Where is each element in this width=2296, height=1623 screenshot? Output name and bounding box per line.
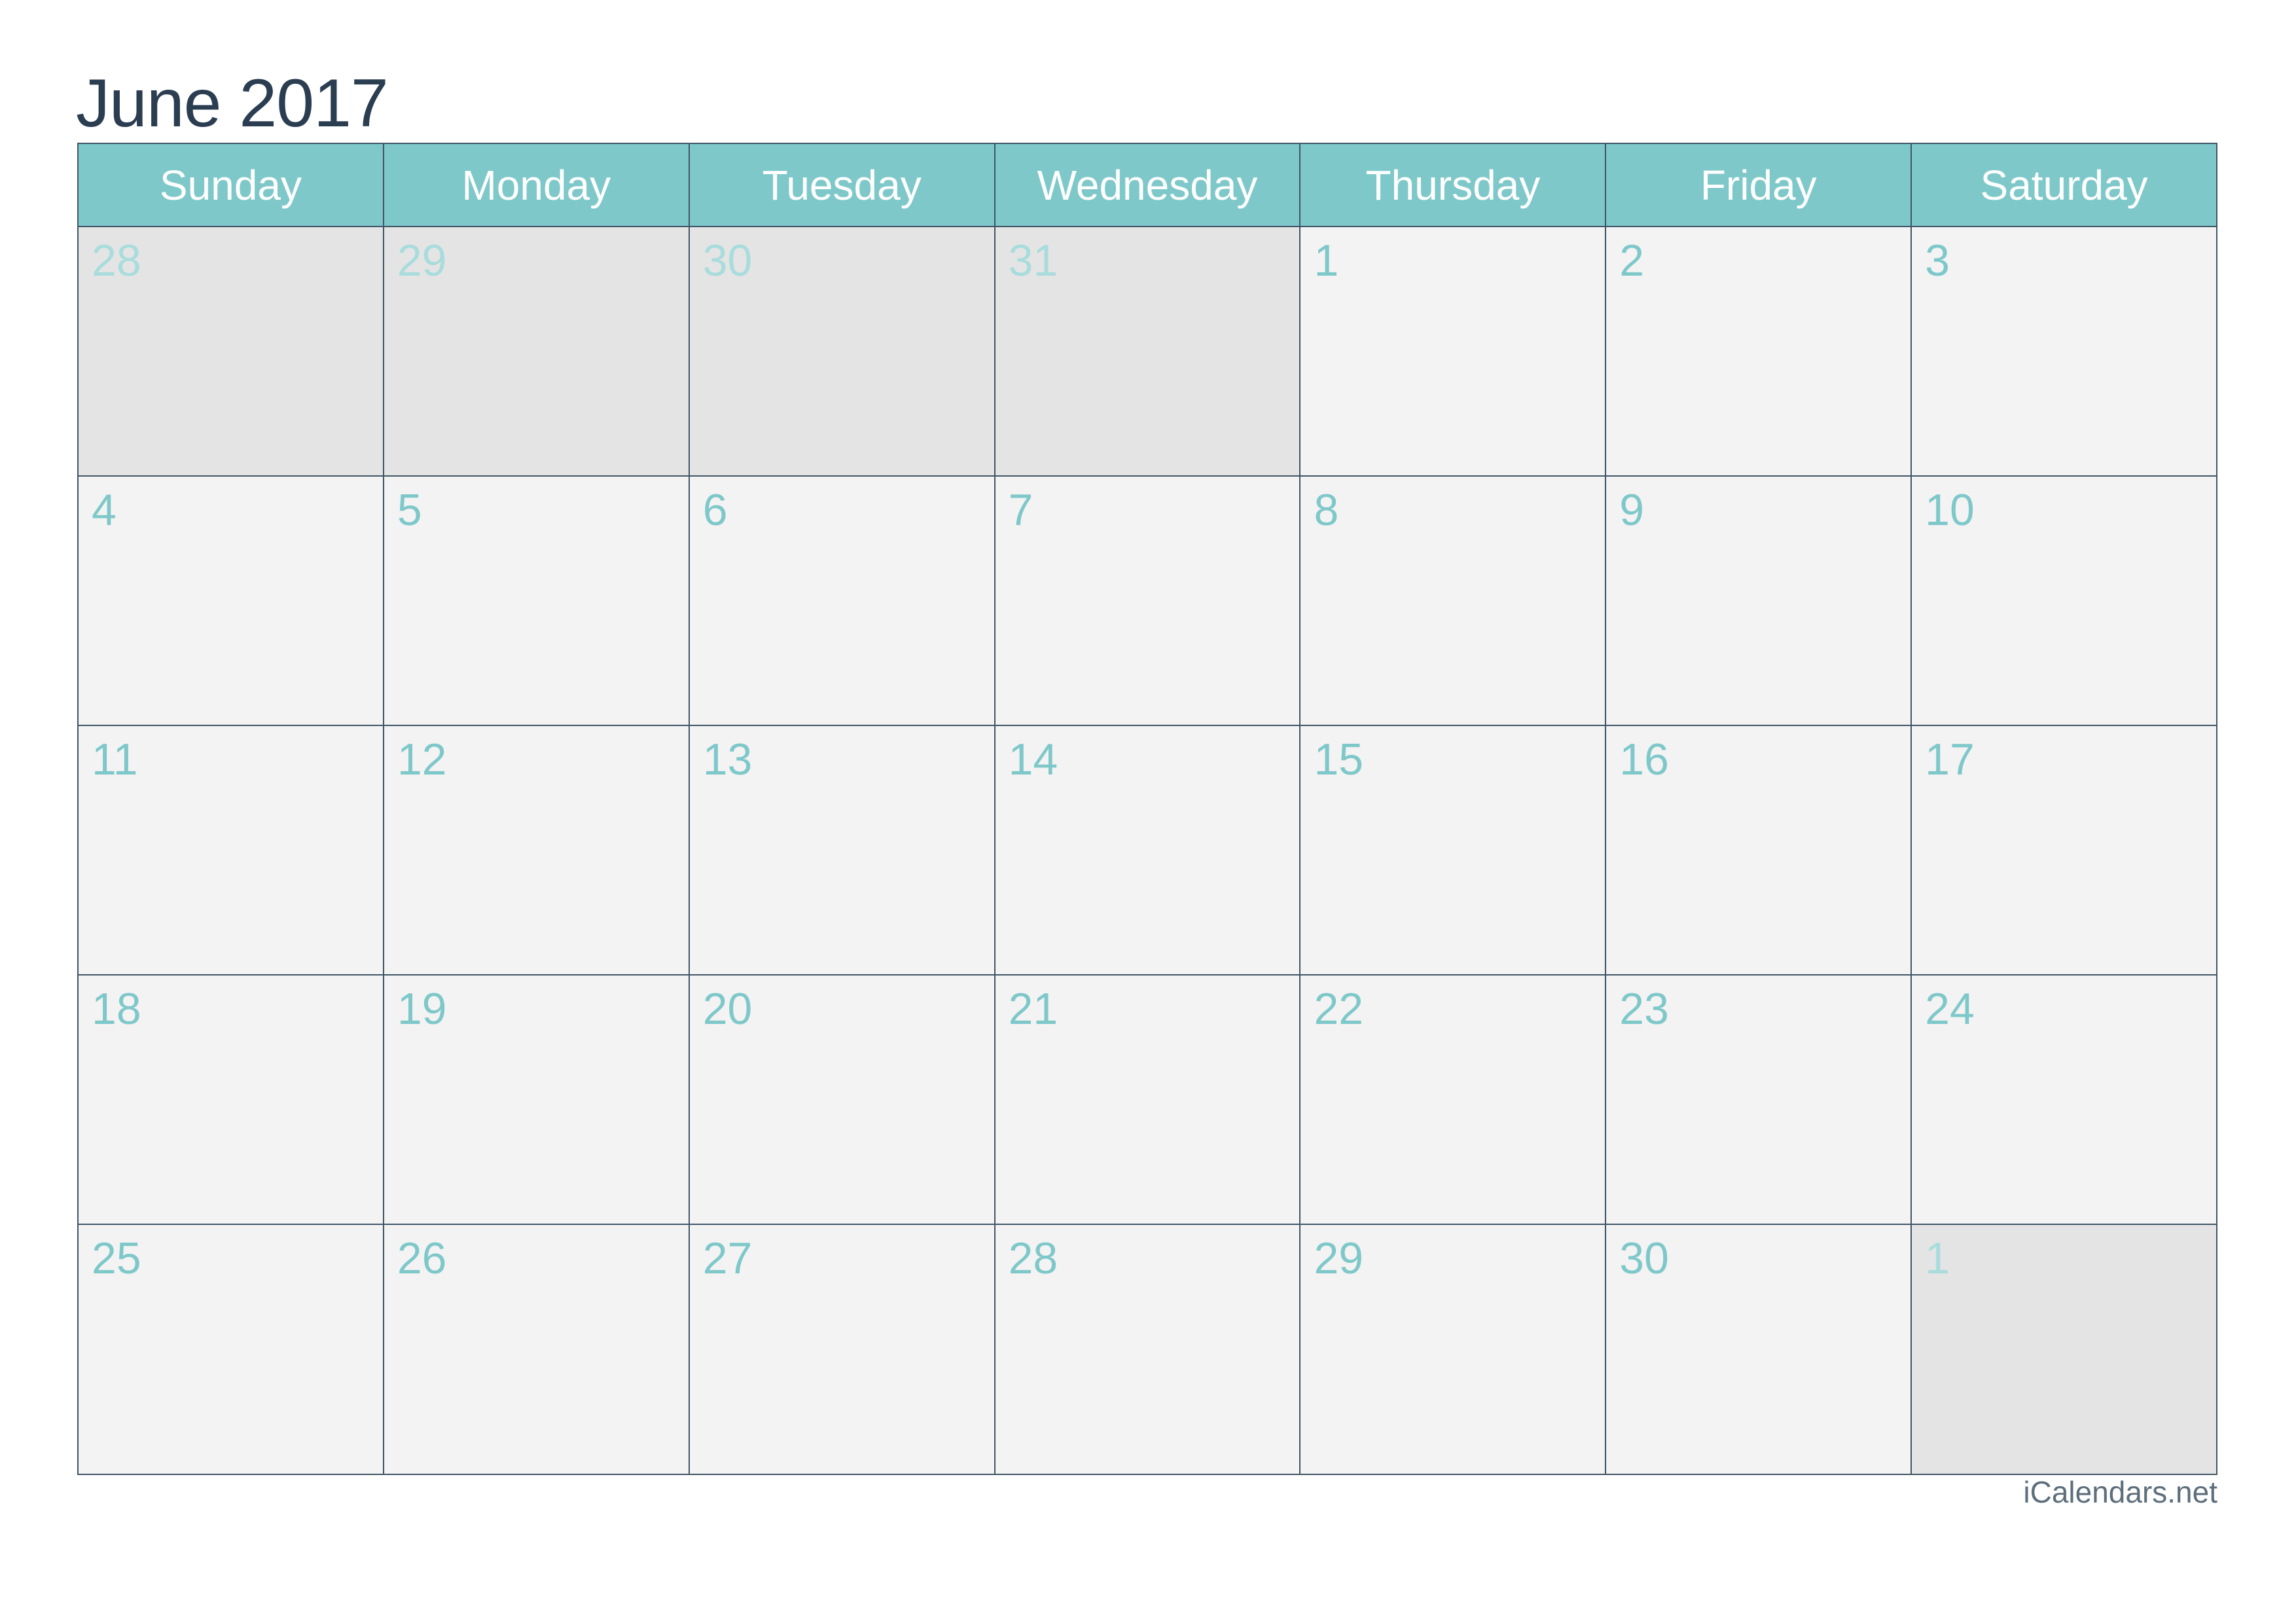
day-cell[interactable]: 19 [384, 976, 690, 1224]
day-cell[interactable]: 10 [1912, 477, 2217, 725]
day-cell[interactable]: 3 [1912, 227, 2217, 475]
day-cell[interactable]: 24 [1912, 976, 2217, 1224]
day-cell-other-month[interactable]: 28 [79, 227, 384, 475]
weekday-header: Wednesday [996, 144, 1301, 226]
weekday-header-row: Sunday Monday Tuesday Wednesday Thursday… [79, 144, 2216, 227]
day-cell[interactable]: 23 [1606, 976, 1912, 1224]
day-number: 1 [1314, 236, 1339, 285]
day-number: 23 [1619, 984, 1669, 1034]
day-number: 31 [1008, 236, 1058, 285]
day-cell[interactable]: 4 [79, 477, 384, 725]
day-number: 19 [397, 984, 447, 1034]
week-row: 11 12 13 14 15 16 17 [79, 726, 2217, 976]
day-number: 20 [702, 984, 753, 1034]
day-cell[interactable]: 15 [1300, 726, 1607, 974]
day-cell-other-month[interactable]: 1 [1912, 1225, 2217, 1474]
day-number: 29 [1314, 1233, 1364, 1283]
day-cell[interactable]: 28 [995, 1225, 1301, 1474]
day-number: 22 [1314, 984, 1364, 1034]
day-number: 13 [702, 735, 753, 784]
day-number: 27 [702, 1233, 753, 1283]
day-cell[interactable]: 21 [995, 976, 1301, 1224]
day-cell[interactable]: 6 [689, 477, 996, 725]
day-cell[interactable]: 20 [689, 976, 996, 1224]
day-number: 12 [397, 735, 447, 784]
day-cell[interactable]: 16 [1606, 726, 1912, 974]
calendar-grid: Sunday Monday Tuesday Wednesday Thursday… [77, 143, 2217, 1475]
day-number: 25 [92, 1233, 141, 1283]
day-cell[interactable]: 11 [79, 726, 384, 974]
day-number: 10 [1925, 485, 1975, 535]
day-number: 7 [1008, 485, 1033, 535]
week-row: 4 5 6 7 8 9 10 [79, 477, 2217, 726]
day-cell[interactable]: 30 [1606, 1225, 1912, 1474]
day-cell[interactable]: 14 [995, 726, 1301, 974]
day-number: 11 [92, 735, 138, 784]
weekday-header: Friday [1606, 144, 1912, 226]
day-number: 30 [702, 236, 753, 285]
weekday-header: Saturday [1980, 161, 2148, 209]
day-number: 14 [1008, 735, 1058, 784]
day-cell[interactable]: 25 [79, 1225, 384, 1474]
calendar-title: June 2017 [76, 65, 389, 141]
day-number: 24 [1925, 984, 1975, 1034]
day-number: 9 [1619, 485, 1645, 535]
day-cell[interactable]: 22 [1300, 976, 1607, 1224]
day-cell[interactable]: 8 [1300, 477, 1607, 725]
day-cell[interactable]: 13 [689, 726, 996, 974]
day-cell-other-month[interactable]: 31 [995, 227, 1301, 475]
day-cell[interactable]: 2 [1606, 227, 1912, 475]
day-cell[interactable]: 17 [1912, 726, 2217, 974]
day-cell-other-month[interactable]: 30 [689, 227, 996, 475]
day-cell[interactable]: 12 [384, 726, 690, 974]
day-number: 16 [1619, 735, 1669, 784]
day-cell[interactable]: 29 [1300, 1225, 1607, 1474]
weekday-header: Thursday [1300, 144, 1607, 226]
week-row: 28 29 30 31 1 2 3 [79, 227, 2217, 477]
day-cell[interactable]: 5 [384, 477, 690, 725]
day-number: 28 [1008, 1233, 1058, 1283]
footer-brand: iCalendars.net [2023, 1475, 2217, 1509]
day-number: 28 [92, 236, 141, 285]
day-number: 30 [1619, 1233, 1669, 1283]
day-number: 15 [1314, 735, 1364, 784]
week-row: 18 19 20 21 22 23 24 [79, 976, 2217, 1225]
day-number: 5 [397, 485, 422, 535]
day-number: 6 [702, 485, 728, 535]
day-cell[interactable]: 26 [384, 1225, 690, 1474]
weekday-header: Sunday [79, 144, 384, 226]
day-number: 1 [1925, 1233, 1950, 1283]
day-number: 8 [1314, 485, 1339, 535]
week-row: 25 26 27 28 29 30 1 [79, 1225, 2217, 1474]
day-number: 3 [1925, 236, 1950, 285]
day-number: 17 [1925, 735, 1975, 784]
weekday-header: Tuesday [690, 144, 996, 226]
weeks-container: 28 29 30 31 1 2 3 4 5 6 7 8 9 10 11 12 13 14 15 16 17 18 19 20 2… [79, 227, 2217, 1474]
day-number: 21 [1008, 984, 1058, 1034]
day-cell[interactable]: 1 [1300, 227, 1607, 475]
day-cell[interactable]: 7 [995, 477, 1301, 725]
day-number: 2 [1619, 236, 1645, 285]
day-cell[interactable]: 9 [1606, 477, 1912, 725]
day-number: 26 [397, 1233, 447, 1283]
day-cell-other-month[interactable]: 29 [384, 227, 690, 475]
day-number: 4 [92, 485, 117, 535]
day-number: 18 [92, 984, 141, 1034]
weekday-header: Monday [384, 144, 690, 226]
day-number: 29 [397, 236, 447, 285]
day-cell[interactable]: 18 [79, 976, 384, 1224]
day-cell[interactable]: 27 [689, 1225, 996, 1474]
